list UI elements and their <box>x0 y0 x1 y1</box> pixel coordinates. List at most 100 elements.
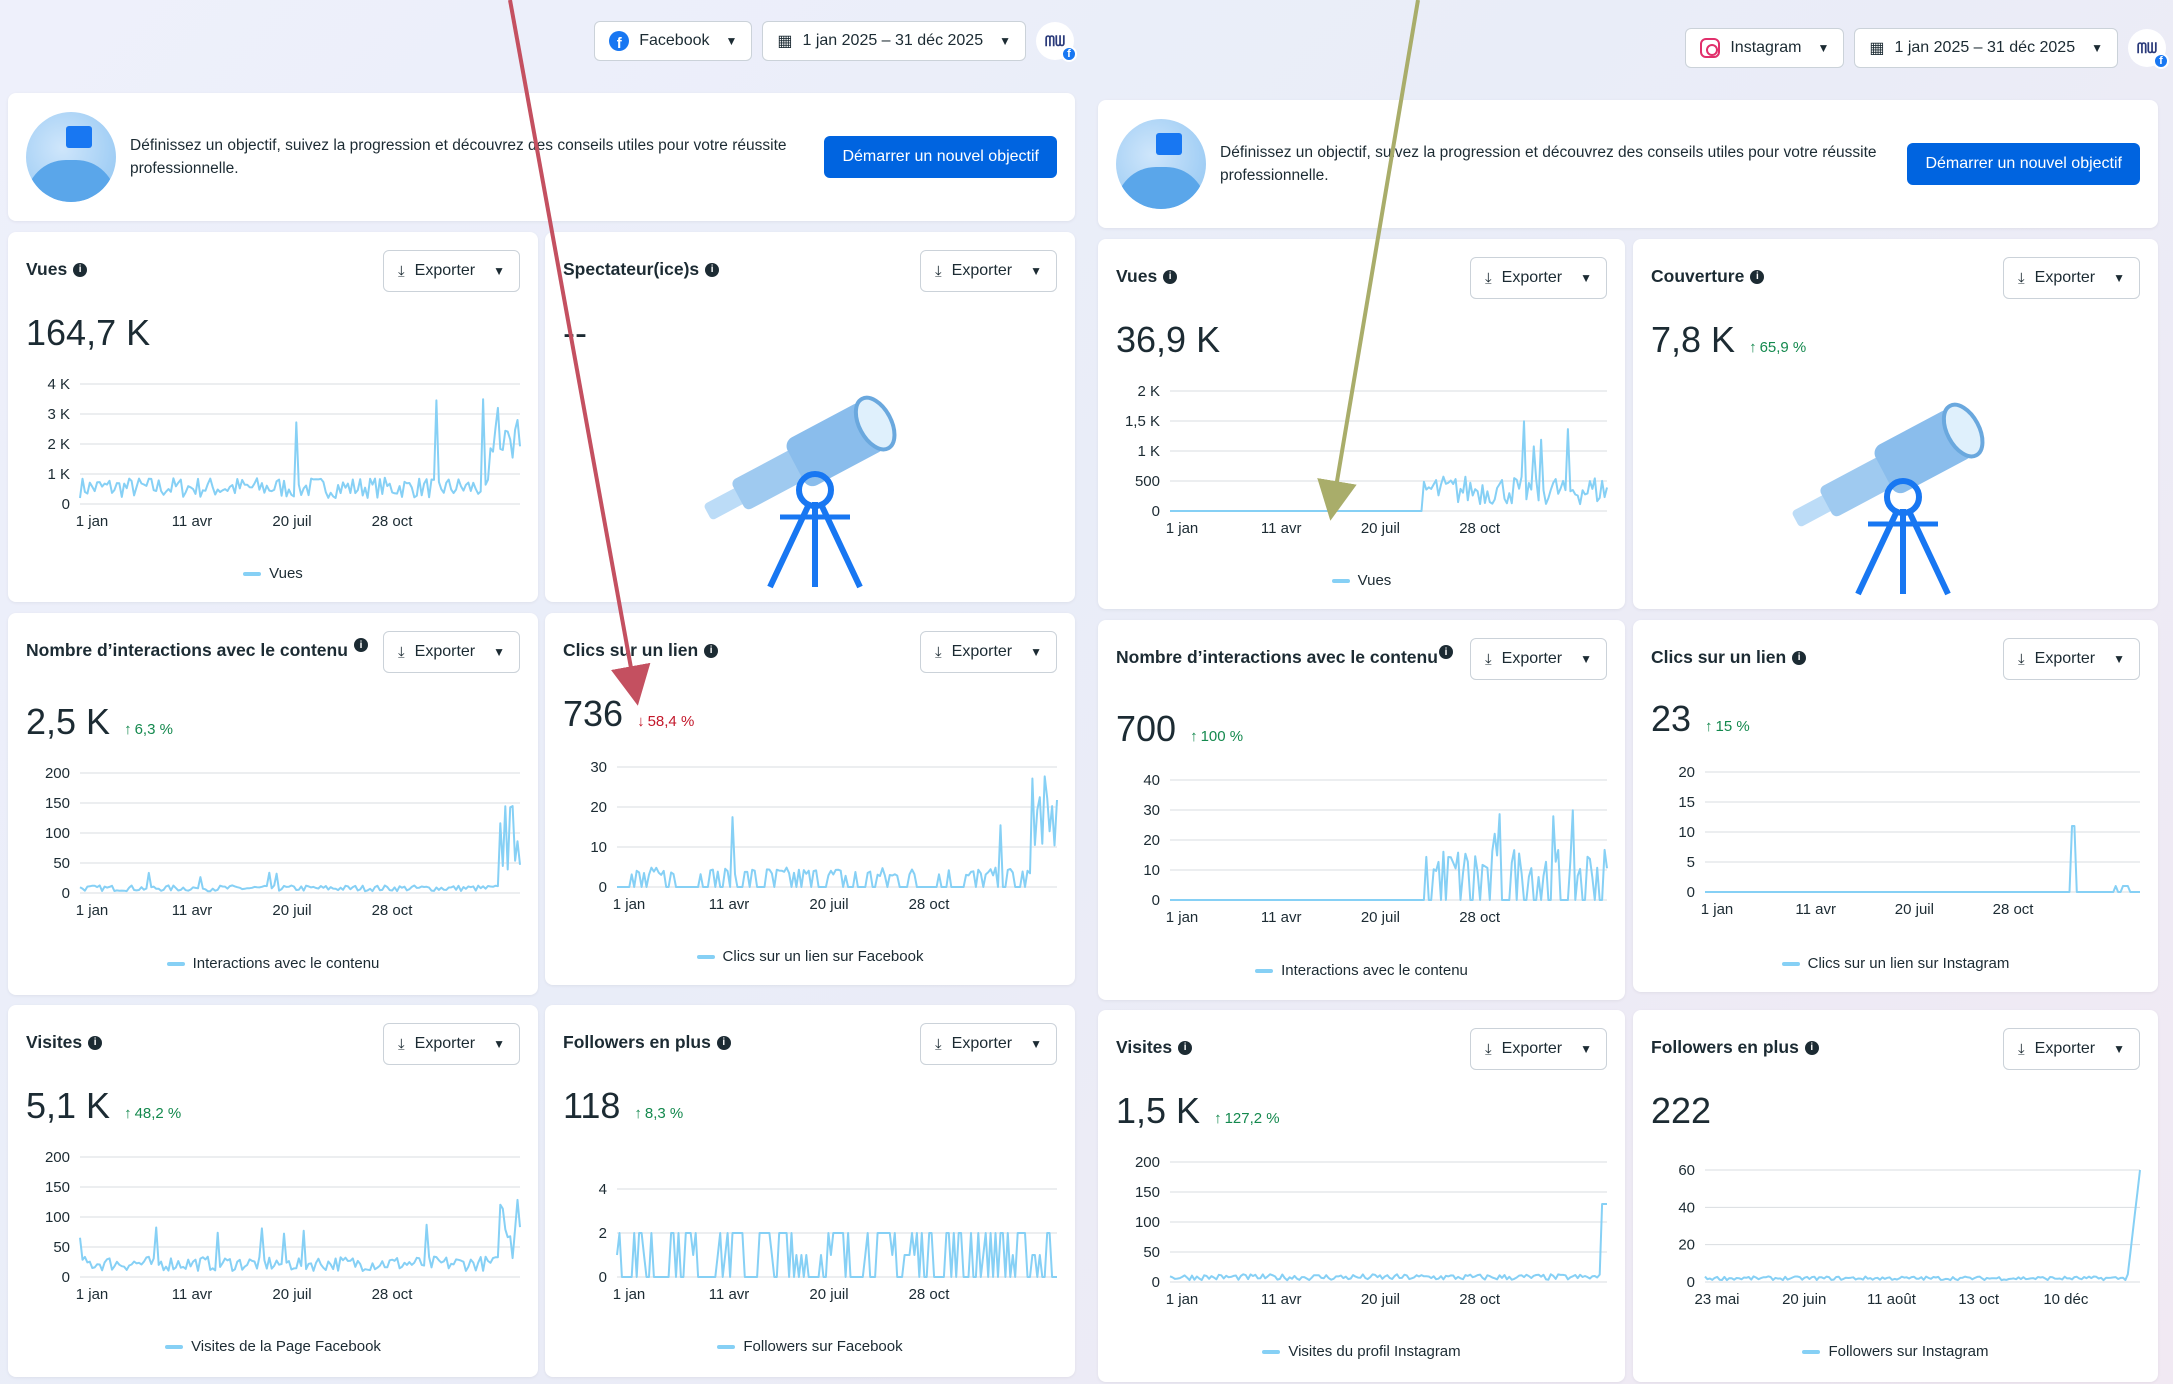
series-line <box>1705 825 2140 893</box>
x-tick-label: 28 oct <box>1459 909 1501 926</box>
x-tick-label: 11 avr <box>1795 901 1836 918</box>
export-button[interactable]: ⤓ Exporter ▼ <box>2003 638 2140 680</box>
date-range-selector[interactable]: ▦ 1 jan 2025 – 31 déc 2025 ▼ <box>1854 28 2118 68</box>
export-button[interactable]: ⤓ Exporter ▼ <box>1470 257 1607 299</box>
download-icon: ⤓ <box>2018 1040 2025 1058</box>
chevron-down-icon: ▼ <box>725 34 738 48</box>
export-button[interactable]: ⤓ Exporter ▼ <box>920 631 1057 673</box>
chart-legend: Clics sur un lien sur Facebook <box>545 948 1075 965</box>
info-icon[interactable]: i <box>1439 645 1453 659</box>
info-icon[interactable]: i <box>73 262 88 277</box>
date-range-selector[interactable]: ▦ 1 jan 2025 – 31 déc 2025 ▼ <box>762 21 1026 61</box>
chart-fb-followers: 0 2 4 1 jan 11 avr 20 juil 28 oct <box>599 1181 1057 1303</box>
metric-value: 1,5 K ↑ 127,2 % <box>1116 1090 1280 1131</box>
chart-legend: Visites de la Page Facebook <box>8 1338 538 1355</box>
facebook-badge-icon: f <box>2153 53 2169 69</box>
download-icon: ⤓ <box>1485 269 1492 287</box>
y-tick-label: 2 K <box>47 436 70 453</box>
chart-ig-inter: 0 10 20 30 40 1 jan 11 avr 20 juil 28 oct <box>1143 772 1608 926</box>
brand-logo-icon: ᗰᗯ <box>2136 39 2158 56</box>
info-icon[interactable]: i <box>1178 1040 1193 1055</box>
export-button[interactable]: ⤓ Exporter ▼ <box>383 1023 520 1065</box>
export-button[interactable]: ⤓ Exporter ▼ <box>2003 1028 2140 1070</box>
y-tick-label: 100 <box>45 825 70 842</box>
export-button[interactable]: ⤓ Exporter ▼ <box>920 250 1057 292</box>
chart-legend: Visites du profil Instagram <box>1098 1343 1625 1360</box>
export-button[interactable]: ⤓ Exporter ▼ <box>383 631 520 673</box>
metric-value: 36,9 K <box>1116 319 1221 360</box>
metric-value: 118 ↑ 8,3 % <box>563 1085 684 1126</box>
card-visites: Visites i ⤓ Exporter ▼ 1,5 K ↑ 127,2 % 0 50 10… <box>1098 1010 1625 1382</box>
export-button[interactable]: ⤓ Exporter ▼ <box>1470 1028 1607 1070</box>
delta-up: ↑ 15 % <box>1705 718 1750 735</box>
info-icon[interactable]: i <box>704 643 719 658</box>
x-tick-label: 11 avr <box>172 902 213 919</box>
x-tick-label: 28 oct <box>372 513 414 530</box>
card-spectateurs: Spectateur(ice)s i ⤓ Exporter ▼ -- <box>545 232 1075 602</box>
x-tick-label: 11 août <box>1867 1291 1917 1308</box>
x-tick-label: 11 avr <box>1261 909 1302 926</box>
account-avatar[interactable]: ᗰᗯ f <box>1036 22 1077 62</box>
y-tick-label: 200 <box>1135 1154 1160 1171</box>
chevron-down-icon: ▼ <box>1580 271 1592 285</box>
metric-value: 7,8 K ↑ 65,9 % <box>1651 319 1807 360</box>
y-tick-label: 50 <box>53 1239 70 1256</box>
info-icon[interactable]: i <box>88 1035 103 1050</box>
info-icon[interactable]: i <box>1750 269 1765 284</box>
y-tick-label: 10 <box>1143 862 1160 879</box>
y-tick-label: 10 <box>590 839 607 856</box>
x-tick-label: 1 jan <box>1166 909 1199 926</box>
metric-value: 164,7 K <box>26 312 151 353</box>
card-interactions: Nombre d’interactions avec le contenu i … <box>8 613 538 995</box>
export-button[interactable]: ⤓ Exporter ▼ <box>2003 257 2140 299</box>
info-icon[interactable]: i <box>716 1035 731 1050</box>
export-button[interactable]: ⤓ Exporter ▼ <box>920 1023 1057 1065</box>
chevron-down-icon: ▼ <box>1030 1037 1042 1051</box>
date-range-label: 1 jan 2025 – 31 déc 2025 <box>1894 39 2076 56</box>
x-tick-label: 1 jan <box>76 513 109 530</box>
goal-illustration-icon <box>1116 119 1206 209</box>
calendar-icon: ▦ <box>1869 40 1885 57</box>
card-title: Clics sur un lien i <box>1651 646 1807 669</box>
chart-fb-vues: 0 1 K 2 K 3 K 4 K 1 jan 11 avr 20 juil 28 oct <box>47 376 521 530</box>
chevron-down-icon: ▼ <box>2113 652 2125 666</box>
banner-text: Définissez un objectif, suivez la progre… <box>130 137 787 177</box>
banner-text: Définissez un objectif, suivez la progre… <box>1220 144 1877 184</box>
download-icon: ⤓ <box>398 1035 405 1053</box>
export-button[interactable]: ⤓ Exporter ▼ <box>1470 638 1607 680</box>
platform-label: Instagram <box>1730 39 1802 56</box>
info-icon[interactable]: i <box>1163 269 1178 284</box>
x-tick-label: 13 oct <box>1958 1291 2000 1308</box>
card-title: Vues i <box>26 258 88 281</box>
info-icon[interactable]: i <box>354 638 368 652</box>
x-tick-label: 1 jan <box>1166 1291 1199 1308</box>
metric-value: 5,1 K ↑ 48,2 % <box>26 1085 182 1126</box>
card-title: Visites i <box>1116 1036 1193 1059</box>
goal-banner: Définissez un objectif, suivez la progre… <box>1098 100 2158 228</box>
export-button[interactable]: ⤓ Exporter ▼ <box>383 250 520 292</box>
card-followers: Followers en plus i ⤓ Exporter ▼ 118 ↑ 8,3 %… <box>545 1005 1075 1377</box>
metric-value: 736 ↓ 58,4 % <box>563 693 695 734</box>
card-title: Followers en plus i <box>563 1031 731 1054</box>
y-tick-label: 50 <box>1143 1244 1160 1261</box>
card-title: Nombre d’interactions avec le contenu <box>1116 647 1438 667</box>
info-icon[interactable]: i <box>705 262 720 277</box>
start-goal-button[interactable]: Démarrer un nouvel objectif <box>824 136 1057 178</box>
telescope-icon <box>704 395 897 589</box>
account-avatar[interactable]: ᗰᗯ f <box>2128 29 2169 69</box>
series-line <box>1170 420 1608 512</box>
y-tick-label: 100 <box>1135 1214 1160 1231</box>
telescope-icon <box>1792 402 1985 596</box>
start-goal-button[interactable]: Démarrer un nouvel objectif <box>1907 143 2140 185</box>
platform-selector[interactable]: f Facebook ▼ <box>594 21 753 61</box>
metric-value: 23 ↑ 15 % <box>1651 698 1750 739</box>
y-tick-label: 4 <box>599 1181 607 1198</box>
info-icon[interactable]: i <box>1804 1040 1819 1055</box>
platform-selector[interactable]: Instagram ▼ <box>1685 28 1845 68</box>
chevron-down-icon: ▼ <box>493 1037 505 1051</box>
y-tick-label: 2 <box>599 1225 607 1242</box>
download-icon: ⤓ <box>2018 650 2025 668</box>
chart-ig-followers: 0 20 40 60 23 mai 20 juin 11 août 13 oct 10 déc <box>1678 1162 2141 1308</box>
info-icon[interactable]: i <box>1792 650 1807 665</box>
x-tick-label: 28 oct <box>1993 901 2035 918</box>
